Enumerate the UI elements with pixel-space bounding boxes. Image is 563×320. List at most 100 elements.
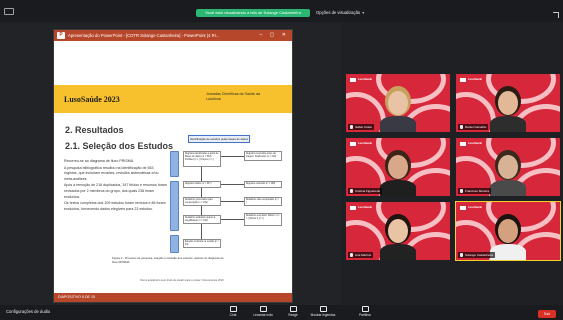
participant-name-tag: Francisco Moreira bbox=[458, 188, 492, 194]
bottom-toolbar: Configurações de áudio Chat Levantar mão… bbox=[0, 305, 563, 320]
flow-box: Registos triados (n = 347) bbox=[183, 181, 221, 188]
chat-icon bbox=[229, 306, 237, 312]
chevron-down-icon: ▾ bbox=[362, 10, 365, 15]
participant-tile[interactable]: LusoSaúde Solange Castanheira bbox=[455, 201, 561, 261]
flow-box: Estudos incluídos na revisão (n = 23) bbox=[183, 239, 221, 248]
flow-stage-included bbox=[170, 235, 179, 253]
participant-name: Daniel Carvalho bbox=[465, 125, 487, 129]
captions-icon bbox=[319, 306, 327, 312]
slide-heading: 2. Resultados bbox=[65, 125, 124, 135]
flow-connector bbox=[201, 167, 202, 181]
tile-brand: LusoSaúde bbox=[468, 142, 482, 145]
powerpoint-titlebar: P Apresentação do PowerPoint - [COTR Sol… bbox=[54, 30, 292, 41]
flow-box: Registos removidos antes da triagem: Dup… bbox=[244, 151, 282, 161]
view-options-label: Opções de visualização bbox=[316, 10, 361, 15]
slide: LusoSaúde 2023 Jornadas Científicas da S… bbox=[54, 41, 292, 293]
participant-tile[interactable]: LusoSaúde Ana Martins bbox=[346, 202, 450, 260]
slide-event-title: Jornadas Científicas da Saúde da Lusófon… bbox=[206, 92, 286, 102]
participant-body bbox=[490, 116, 526, 132]
prisma-flow-diagram: Identificação de estudos pelas bases de … bbox=[170, 135, 290, 255]
flow-connector bbox=[201, 224, 202, 239]
flow-connector bbox=[221, 156, 244, 157]
flow-connector bbox=[201, 188, 202, 197]
participant-body bbox=[490, 180, 526, 196]
participant-name: Isabel Costa bbox=[355, 125, 372, 129]
flow-connector bbox=[221, 184, 244, 185]
microphone-icon bbox=[350, 253, 353, 257]
fullscreen-icon[interactable] bbox=[553, 12, 559, 18]
react-label: Reagir bbox=[288, 313, 298, 317]
flow-header: Identificação de estudos pelas bases de … bbox=[188, 135, 250, 143]
participant-name: Cristina Figueiredo bbox=[355, 189, 381, 193]
share-button[interactable]: Partilhar bbox=[350, 306, 380, 317]
bullet-item: Após a remoção de 216 duplicados, 347 tí… bbox=[64, 183, 167, 199]
tile-logo-icon bbox=[350, 206, 356, 210]
tile-brand: LusoSaúde bbox=[468, 78, 482, 81]
participant-tile[interactable]: LusoSaúde Daniel Carvalho bbox=[456, 74, 560, 132]
flow-box: Relatórios avaliados quanto à elegibilid… bbox=[183, 215, 221, 224]
view-options-button[interactable]: Opções de visualização ▾ bbox=[316, 9, 364, 17]
slide-header-band: LusoSaúde 2023 Jornadas Científicas da S… bbox=[54, 85, 292, 113]
captions-button[interactable]: Mostrar legendas bbox=[308, 306, 338, 317]
powerpoint-logo-icon: P bbox=[57, 32, 65, 39]
tile-logo-icon bbox=[460, 206, 466, 210]
participant-name-tag: Isabel Costa bbox=[348, 124, 374, 130]
powerpoint-statusbar: DIAPOSITIVO 8 DE 15 bbox=[54, 293, 292, 302]
microphone-icon bbox=[460, 189, 463, 193]
figure-caption: Figura 2 - Processo de pesquisa, seleção… bbox=[112, 256, 224, 264]
powerpoint-window: P Apresentação do PowerPoint - [COTR Sol… bbox=[53, 29, 293, 303]
raise-hand-label: Levantar mão bbox=[253, 313, 273, 317]
captions-label: Mostrar legendas bbox=[310, 313, 336, 317]
flow-box: Relatórios não recuperados (n = ) bbox=[244, 197, 282, 206]
bullet-item: Os textos completos dos 109 estudos fora… bbox=[64, 201, 166, 211]
flow-stage-screening bbox=[170, 181, 179, 231]
participant-tile[interactable]: LusoSaúde Francisco Moreira bbox=[456, 138, 560, 196]
tile-brand: LusoSaúde bbox=[358, 78, 372, 81]
participant-body bbox=[380, 244, 416, 260]
microphone-icon bbox=[460, 125, 463, 129]
participants-panel-icon[interactable] bbox=[4, 8, 14, 15]
tile-logo-icon bbox=[350, 142, 356, 146]
window-controls: – ▢ ✕ bbox=[259, 32, 289, 38]
participant-face bbox=[388, 219, 408, 243]
screen-share-banner: Você está visualizando a tela de Solange… bbox=[196, 9, 310, 17]
event-line: Lusófona bbox=[206, 97, 221, 101]
slide-brand: LusoSaúde 2023 bbox=[64, 95, 120, 104]
shared-screen: P Apresentação do PowerPoint - [COTR Sol… bbox=[0, 22, 342, 305]
participant-face bbox=[388, 91, 408, 115]
microphone-icon bbox=[460, 253, 463, 257]
participant-face bbox=[498, 219, 518, 243]
participant-name: Solange Castanheira bbox=[465, 253, 494, 257]
flow-box: Registos identificados a partir de: Base… bbox=[183, 151, 221, 167]
participant-name-tag: Solange Castanheira bbox=[458, 252, 496, 258]
participant-body bbox=[380, 116, 416, 132]
leave-button[interactable]: Sair bbox=[538, 310, 556, 318]
microphone-icon bbox=[350, 125, 353, 129]
raise-hand-button[interactable]: Levantar mão bbox=[248, 306, 278, 317]
participant-tile[interactable]: LusoSaúde Cristina Figueiredo bbox=[346, 138, 450, 196]
bullet-item: Recorreu-se ao diagrama de fluxo PRISMA. bbox=[64, 159, 135, 163]
flow-connector bbox=[221, 219, 244, 220]
tile-logo-icon bbox=[460, 142, 466, 146]
audio-settings-button[interactable]: Configurações de áudio bbox=[6, 309, 50, 314]
tile-brand: LusoSaúde bbox=[358, 142, 372, 145]
powerpoint-title: Apresentação do PowerPoint - [COTR Solan… bbox=[68, 33, 220, 38]
participant-tile[interactable]: LusoSaúde Isabel Costa bbox=[346, 74, 450, 132]
flow-box: Relatórios excluídos: Motivo 1 (n = ) Mo… bbox=[244, 213, 282, 226]
microphone-icon bbox=[350, 189, 353, 193]
react-icon bbox=[289, 306, 297, 312]
share-icon bbox=[361, 306, 369, 312]
slide-bullet-list: Recorreu-se ao diagrama de fluxo PRISMA.… bbox=[64, 159, 167, 213]
participant-name-tag: Ana Martins bbox=[348, 252, 374, 258]
tile-brand: LusoSaúde bbox=[358, 206, 372, 209]
react-button[interactable]: Reagir bbox=[278, 306, 308, 317]
flow-stage-identification bbox=[170, 151, 179, 177]
participant-name-tag: Daniel Carvalho bbox=[458, 124, 489, 130]
participant-name: Francisco Moreira bbox=[465, 189, 490, 193]
chat-label: Chat bbox=[229, 313, 237, 317]
flow-box: Relatórios procurados para recuperação (… bbox=[183, 197, 221, 206]
flow-connector bbox=[201, 206, 202, 215]
share-label: Partilhar bbox=[359, 313, 371, 317]
top-bar: Você está visualizando a tela de Solange… bbox=[0, 0, 563, 22]
chat-button[interactable]: Chat bbox=[218, 306, 248, 317]
